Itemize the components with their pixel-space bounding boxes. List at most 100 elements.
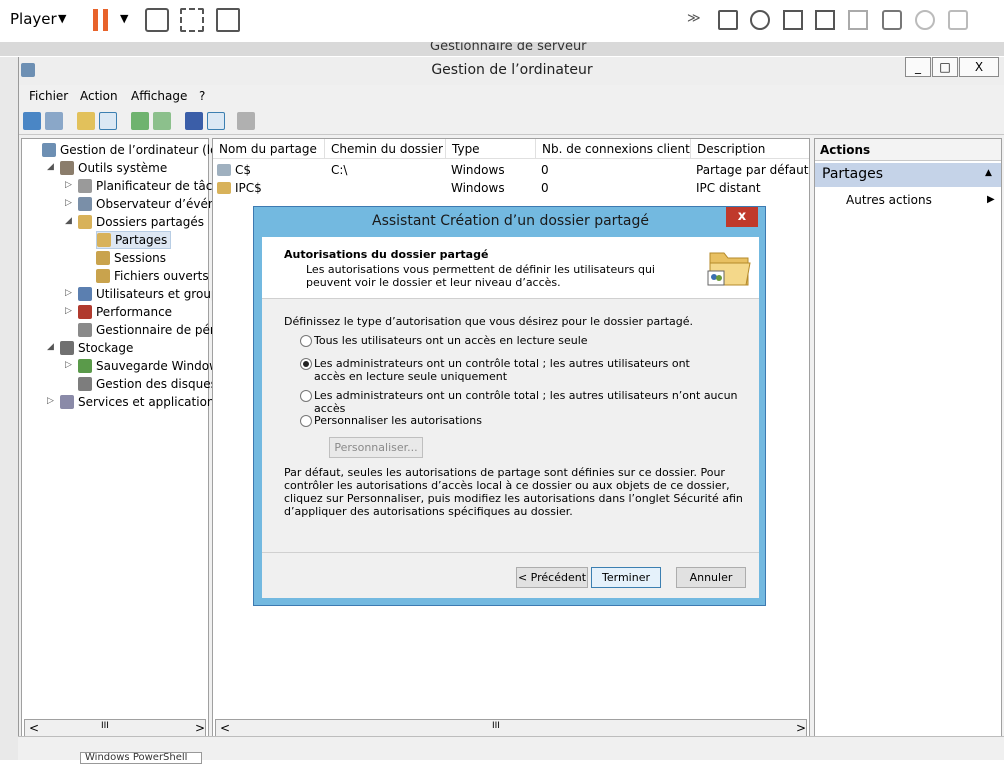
back-button[interactable]: < Précédent: [516, 567, 588, 588]
tree-item[interactable]: Planificateur de tâches: [78, 177, 234, 195]
tree-expander-icon[interactable]: ▷: [65, 180, 72, 190]
actions-section-label: Partages: [822, 166, 884, 182]
menu-action[interactable]: Action: [80, 89, 118, 103]
scroll-left-arrow[interactable]: <: [29, 721, 39, 735]
volume-icon[interactable]: [948, 10, 968, 30]
option-admin-full-others-none[interactable]: Les administrateurs ont un contrôle tota…: [314, 389, 759, 415]
collapse-icon[interactable]: ▲: [985, 168, 992, 178]
scroll-right-arrow[interactable]: >: [195, 721, 205, 735]
column-header-description[interactable]: Description: [691, 139, 809, 159]
close-button[interactable]: X: [959, 57, 999, 77]
list-horizontal-scrollbar[interactable]: < III >: [215, 719, 807, 737]
minimize-button[interactable]: _: [905, 57, 931, 77]
player-menu[interactable]: Player: [10, 10, 57, 28]
sound-card-icon[interactable]: [882, 10, 902, 30]
refresh-icon[interactable]: [131, 112, 149, 130]
tree-expander-icon[interactable]: ◢: [65, 216, 72, 226]
camera-icon[interactable]: [915, 10, 935, 30]
storage-icon: [60, 341, 74, 355]
menu-fichier[interactable]: Fichier: [29, 89, 68, 103]
window-titlebar: Gestion de l’ordinateur _ □ X: [19, 57, 1004, 85]
actions-section-partages[interactable]: Partages ▲: [815, 163, 1001, 187]
send-ctrl-alt-del-icon[interactable]: [145, 8, 169, 32]
radio-read-only-all[interactable]: [300, 335, 312, 347]
hard-disk-icon[interactable]: [718, 10, 738, 30]
tree-item[interactable]: Sessions: [96, 249, 166, 267]
column-header-type[interactable]: Type: [446, 139, 536, 159]
tree-expander-icon[interactable]: ◢: [47, 342, 54, 352]
network-icon[interactable]: [815, 10, 835, 30]
device-manager-icon: [78, 323, 92, 337]
maximize-button[interactable]: □: [932, 57, 958, 77]
dialog-close-button[interactable]: x: [726, 207, 758, 227]
powershell-taskbar-item[interactable]: Windows PowerShell: [80, 752, 202, 764]
tree-item[interactable]: Dossiers partagés: [78, 213, 204, 231]
permission-note: Par défaut, seules les autorisations de …: [284, 466, 743, 518]
radio-admin-full-others-read[interactable]: [300, 358, 312, 370]
action-other-actions[interactable]: Autres actions: [846, 193, 932, 207]
tree-item[interactable]: Stockage: [60, 339, 133, 357]
cd-icon[interactable]: [750, 10, 770, 30]
radio-admin-full-others-none[interactable]: [300, 390, 312, 402]
help-icon[interactable]: [185, 112, 203, 130]
tree-item[interactable]: Services et applications: [60, 393, 221, 411]
forward-icon[interactable]: [45, 112, 63, 130]
column-header-name[interactable]: Nom du partage: [213, 139, 325, 159]
new-share-icon[interactable]: [237, 112, 255, 130]
tree-expander-icon[interactable]: ▷: [65, 198, 72, 208]
server-manager-title: Gestionnaire de serveur: [430, 42, 587, 54]
fit-guest-icon[interactable]: [180, 8, 204, 32]
tree-item[interactable]: Performance: [78, 303, 172, 321]
finish-button[interactable]: Terminer: [591, 567, 661, 588]
column-header-connections[interactable]: Nb. de connexions client: [536, 139, 691, 159]
tree-item[interactable]: Gestion des disques: [78, 375, 217, 393]
customize-button[interactable]: Personnaliser...: [329, 437, 423, 458]
unity-icon[interactable]: [216, 8, 240, 32]
menu-affichage[interactable]: Affichage: [131, 89, 187, 103]
scroll-thumb[interactable]: III: [101, 721, 109, 731]
pause-icon[interactable]: [93, 9, 98, 31]
tree-expander-icon[interactable]: ▷: [47, 396, 54, 406]
option-custom-permissions[interactable]: Personnaliser les autorisations: [314, 414, 482, 427]
dialog-header: Autorisations du dossier partagé Les aut…: [262, 237, 759, 299]
share-name[interactable]: C$: [235, 161, 251, 179]
tree-item-label: Fichiers ouverts: [114, 269, 209, 283]
share-name[interactable]: IPC$: [235, 179, 262, 197]
player-menu-caret[interactable]: ▼: [58, 12, 66, 25]
floppy-icon[interactable]: [783, 10, 803, 30]
pause-caret-icon[interactable]: ▼: [120, 12, 128, 25]
up-folder-icon[interactable]: [77, 112, 95, 130]
tree-item[interactable]: Partages: [96, 231, 172, 249]
export-list-icon[interactable]: [153, 112, 171, 130]
tree-horizontal-scrollbar[interactable]: < III >: [24, 719, 206, 737]
console-tree: Gestion de l’ordinateur (local) ◢ Outils s…: [21, 138, 244, 738]
scroll-thumb[interactable]: III: [492, 721, 500, 731]
actions-pane: Actions Partages ▲ Autres actions ▶: [814, 138, 1002, 738]
tree-expander-icon[interactable]: ▷: [65, 306, 72, 316]
shared-folder-icon: [78, 215, 92, 229]
show-action-pane-icon[interactable]: [207, 112, 225, 130]
tree-item[interactable]: Outils système: [60, 159, 167, 177]
tree-item[interactable]: Fichiers ouverts: [96, 267, 209, 285]
tree-item-label: Performance: [96, 305, 173, 319]
show-hide-tree-icon[interactable]: [99, 112, 117, 130]
share-type: Windows: [451, 163, 505, 177]
scroll-right-arrow[interactable]: >: [796, 721, 806, 735]
scroll-left-arrow[interactable]: <: [220, 721, 230, 735]
tree-expander-icon[interactable]: ▷: [65, 288, 72, 298]
column-header-path[interactable]: Chemin du dossier: [325, 139, 446, 159]
radio-custom-permissions[interactable]: [300, 415, 312, 427]
option-read-only-all[interactable]: Tous les utilisateurs ont un accès en le…: [314, 334, 588, 347]
forward-icon[interactable]: ≫: [687, 11, 701, 26]
option-admin-full-others-read[interactable]: Les administrateurs ont un contrôle tota…: [314, 357, 704, 383]
share-connections: 0: [541, 163, 549, 177]
tree-expander-icon[interactable]: ▷: [65, 360, 72, 370]
sessions-icon: [96, 251, 110, 265]
tree-expander-icon[interactable]: ◢: [47, 162, 54, 172]
background-window-edge: [0, 57, 18, 760]
printer-icon[interactable]: [848, 10, 868, 30]
tree-item[interactable]: Gestion de l’ordinateur (local): [42, 141, 239, 159]
menu-help[interactable]: ?: [199, 89, 205, 103]
cancel-button[interactable]: Annuler: [676, 567, 746, 588]
back-icon[interactable]: [23, 112, 41, 130]
